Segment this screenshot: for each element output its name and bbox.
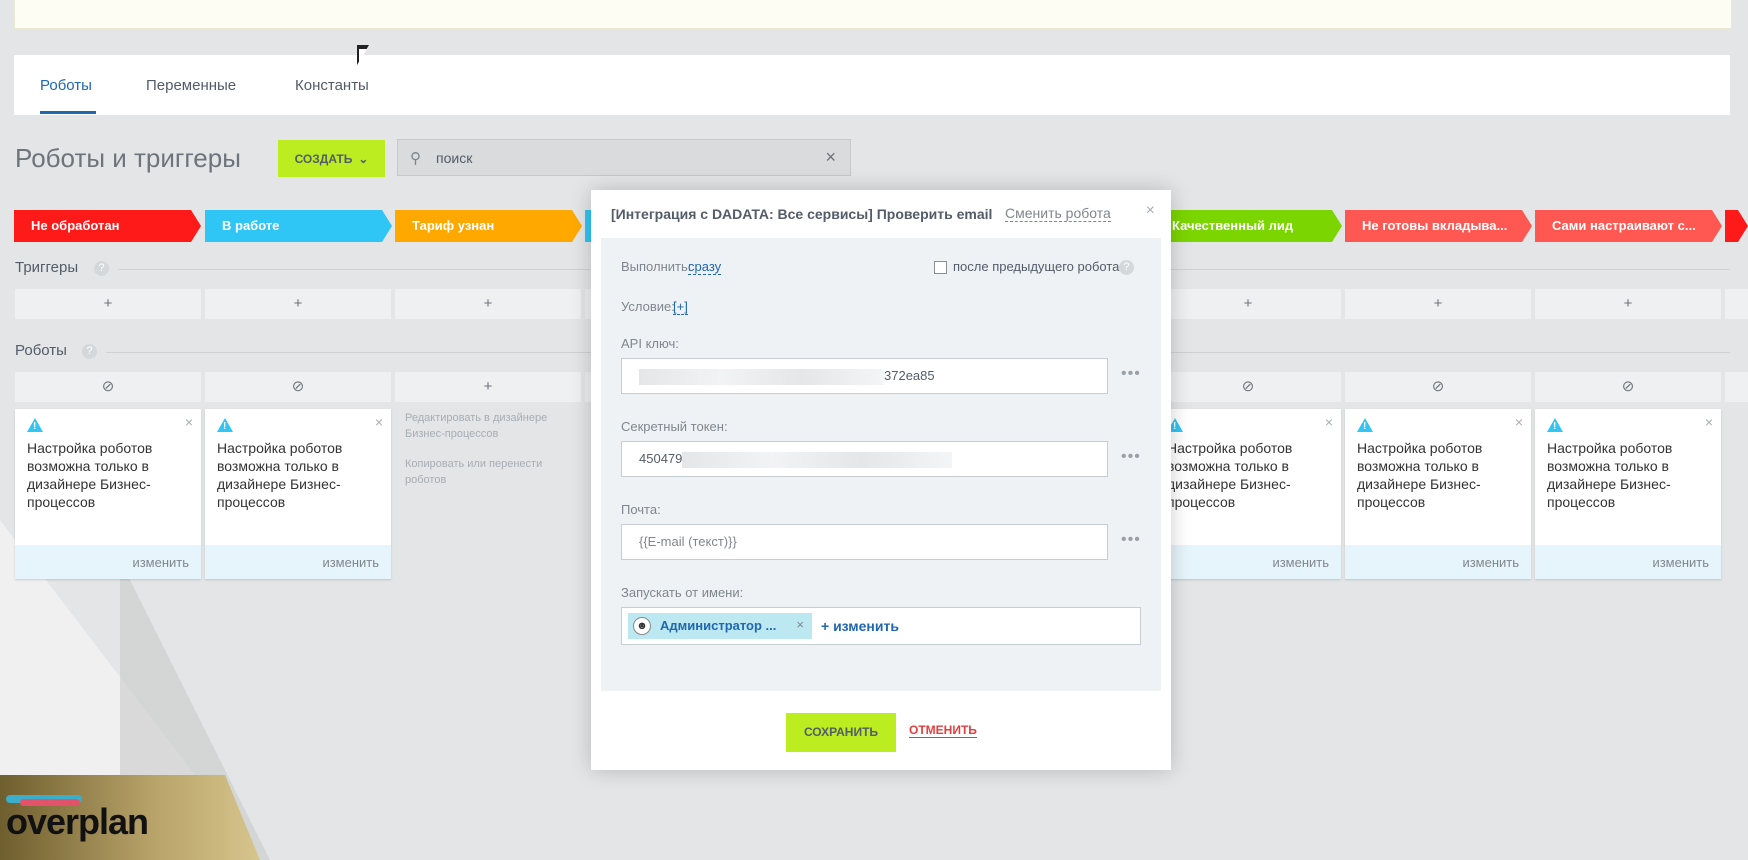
close-icon[interactable]: × <box>185 414 193 430</box>
triggers-help-icon[interactable]: ? <box>94 261 109 276</box>
remove-user-icon[interactable]: × <box>796 617 804 632</box>
disabled-robot-slot[interactable]: ⊘ <box>15 372 201 402</box>
close-icon[interactable]: × <box>1705 414 1713 430</box>
robot-edit-link[interactable]: изменить <box>322 555 379 570</box>
more-options-icon[interactable]: ••• <box>1121 448 1141 466</box>
help-icon[interactable]: ? <box>1119 260 1134 275</box>
condition-label: Условие: <box>621 299 675 314</box>
robot-card-text: Настройка роботов возможна только в диза… <box>217 440 343 510</box>
tab-constants[interactable]: Константы <box>295 77 369 94</box>
overplan-logo: overplan <box>6 801 149 842</box>
secret-token-label: Секретный токен: <box>621 419 728 434</box>
mouse-cursor-fill <box>359 49 367 63</box>
add-robot-button[interactable]: + <box>395 372 581 402</box>
change-user-link[interactable]: + изменить <box>821 618 899 634</box>
close-icon[interactable]: × <box>1325 414 1333 430</box>
search-icon: ⚲ <box>410 150 421 167</box>
stage-overflow[interactable] <box>1725 210 1748 242</box>
stage-quality-lead[interactable]: Качественный лид <box>1155 210 1342 242</box>
execute-label: Выполнить: <box>621 259 692 274</box>
robot-edit-link[interactable]: изменить <box>1462 555 1519 570</box>
stage-self-setup[interactable]: Сами настраивают с... <box>1535 210 1722 242</box>
add-trigger-button[interactable]: + <box>1155 289 1341 319</box>
dialog-title: [Интеграция с DADATA: Все сервисы] Прове… <box>611 206 993 222</box>
robot-edit-link[interactable]: изменить <box>132 555 189 570</box>
more-options-icon[interactable]: ••• <box>1121 531 1141 549</box>
execute-timing-link[interactable]: сразу <box>688 259 722 275</box>
active-tab-indicator <box>40 111 96 114</box>
robot-card-text: Настройка роботов возможна только в диза… <box>27 440 153 510</box>
robot-edit-link[interactable]: изменить <box>1652 555 1709 570</box>
robot-card: ! × Настройка роботов возможна только в … <box>1345 409 1531 579</box>
robot-card: ! × Настройка роботов возможна только в … <box>1535 409 1721 579</box>
stage-tariff-known[interactable]: Тариф узнан <box>395 210 582 242</box>
add-trigger-button[interactable] <box>1725 289 1748 319</box>
add-condition-link[interactable]: [+] <box>673 299 688 315</box>
redacted-value <box>682 451 953 468</box>
close-icon[interactable]: × <box>375 414 383 430</box>
save-button[interactable]: СОХРАНИТЬ <box>786 713 896 752</box>
search-input[interactable]: поиск <box>436 150 472 166</box>
api-key-field[interactable]: 372ea85 <box>621 358 1108 394</box>
search-field[interactable]: ⚲ поиск × <box>397 139 851 176</box>
robot-card: ! × Настройка роботов возможна только в … <box>205 409 391 579</box>
api-key-visible-part: 372ea85 <box>884 368 935 383</box>
mail-label: Почта: <box>621 502 661 517</box>
avatar: ☻ <box>633 617 651 635</box>
tab-bar: Роботы Переменные Константы <box>14 55 1730 115</box>
mail-value: {{E-mail (текст)}} <box>639 534 737 549</box>
page-title: Роботы и триггеры <box>15 143 241 173</box>
robot-card-text: Настройка роботов возможна только в диза… <box>1547 440 1673 510</box>
secret-token-visible-part: 450479 <box>639 451 683 466</box>
add-trigger-button[interactable]: + <box>395 289 581 319</box>
redacted-value <box>639 368 884 385</box>
disabled-robot-slot[interactable]: ⊘ <box>205 372 391 402</box>
change-robot-link[interactable]: Сменить робота <box>1005 205 1111 222</box>
create-button-label: СОЗДАТЬ <box>294 151 353 166</box>
clear-search-icon[interactable]: × <box>825 147 836 168</box>
disabled-robot-slot[interactable]: ⊘ <box>1155 372 1341 402</box>
create-button[interactable]: СОЗДАТЬ ⌄ <box>278 140 385 177</box>
close-icon[interactable]: × <box>1146 202 1155 220</box>
stage-in-work[interactable]: В работе <box>205 210 392 242</box>
secret-token-field[interactable]: 450479 <box>621 441 1108 477</box>
triggers-heading: Триггеры <box>15 259 79 276</box>
notification-bar <box>14 0 1732 29</box>
disabled-robot-slot[interactable]: ⊘ <box>1345 372 1531 402</box>
selected-user-name: Администратор ... <box>660 618 777 633</box>
robot-card: ! × Настройка роботов возможна только в … <box>15 409 201 579</box>
robots-help-icon[interactable]: ? <box>82 344 97 359</box>
close-icon[interactable]: × <box>1515 414 1523 430</box>
robots-heading: Роботы <box>15 342 67 359</box>
run-as-selector[interactable]: ☻ Администратор ... × + изменить <box>621 607 1141 645</box>
stage-not-processed[interactable]: Не обработан <box>14 210 201 242</box>
after-previous-label: после предыдущего робота <box>953 259 1120 274</box>
add-trigger-button[interactable]: + <box>15 289 201 319</box>
robot-edit-link[interactable]: изменить <box>1272 555 1329 570</box>
add-trigger-button[interactable]: + <box>1345 289 1531 319</box>
selected-user-tag[interactable]: ☻ Администратор ... × <box>628 613 812 639</box>
disabled-robot-slot[interactable]: ⊘ <box>1535 372 1721 402</box>
copy-move-hint: Копировать или перенести роботов <box>405 458 543 486</box>
robot-card-text: Настройка роботов возможна только в диза… <box>1167 440 1293 510</box>
edit-in-designer-hint: Редактировать в дизайнере Бизнес-процесс… <box>405 412 548 440</box>
more-options-icon[interactable]: ••• <box>1121 365 1141 383</box>
add-trigger-button[interactable]: + <box>1535 289 1721 319</box>
cancel-button[interactable]: ОТМЕНИТЬ <box>909 723 977 738</box>
add-trigger-button[interactable]: + <box>205 289 391 319</box>
tab-variables[interactable]: Переменные <box>146 77 236 94</box>
mail-field[interactable]: {{E-mail (текст)}} <box>621 524 1108 560</box>
chevron-down-icon: ⌄ <box>358 151 369 166</box>
tab-robots[interactable]: Роботы <box>40 77 92 94</box>
dialog-body: Выполнить: сразу после предыдущего робот… <box>601 238 1161 691</box>
robot-slot[interactable] <box>1725 372 1748 402</box>
api-key-label: API ключ: <box>621 336 679 351</box>
after-previous-checkbox[interactable] <box>934 261 947 274</box>
robot-card-text: Настройка роботов возможна только в диза… <box>1357 440 1483 510</box>
robot-settings-dialog: [Интеграция с DADATA: Все сервисы] Прове… <box>591 190 1171 770</box>
stage-not-ready[interactable]: Не готовы вкладыва... <box>1345 210 1532 242</box>
run-as-label: Запускать от имени: <box>621 585 744 600</box>
robot-card: ! × Настройка роботов возможна только в … <box>1155 409 1341 579</box>
